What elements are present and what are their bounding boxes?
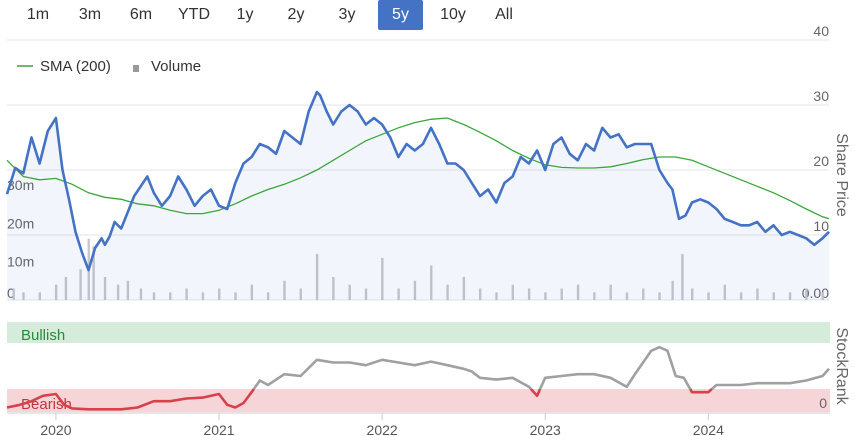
- bullish-label: Bullish: [21, 327, 65, 344]
- stock-chart: 102030400.00010m20m30mShare PriceSMA (20…: [5, 23, 850, 436]
- price-axis-title: Share Price: [833, 133, 850, 217]
- legend-sma-label: SMA (200): [40, 58, 111, 75]
- stockrank-line: [711, 367, 830, 390]
- price-tick-label: 40: [813, 23, 829, 39]
- x-tick-label: 2023: [530, 422, 561, 436]
- legend-volume-label: Volume: [151, 58, 201, 75]
- price-tick-label: 30: [813, 88, 829, 104]
- bullish-band: [7, 322, 830, 343]
- x-tick-label: 2024: [693, 422, 724, 436]
- x-tick-label: 2022: [367, 422, 398, 436]
- legend-volume-swatch: [133, 65, 139, 72]
- rank-zero-label: 0: [819, 395, 827, 411]
- rank-axis-title: StockRank: [833, 327, 850, 405]
- stockrank-line: [252, 358, 532, 390]
- price-tick-label: 10: [813, 218, 829, 234]
- x-tick-label: 2021: [203, 422, 234, 436]
- price-tick-label: 20: [813, 153, 829, 169]
- price-area: [7, 92, 829, 300]
- stockrank-line: [538, 345, 692, 390]
- x-tick-label: 2020: [40, 422, 71, 436]
